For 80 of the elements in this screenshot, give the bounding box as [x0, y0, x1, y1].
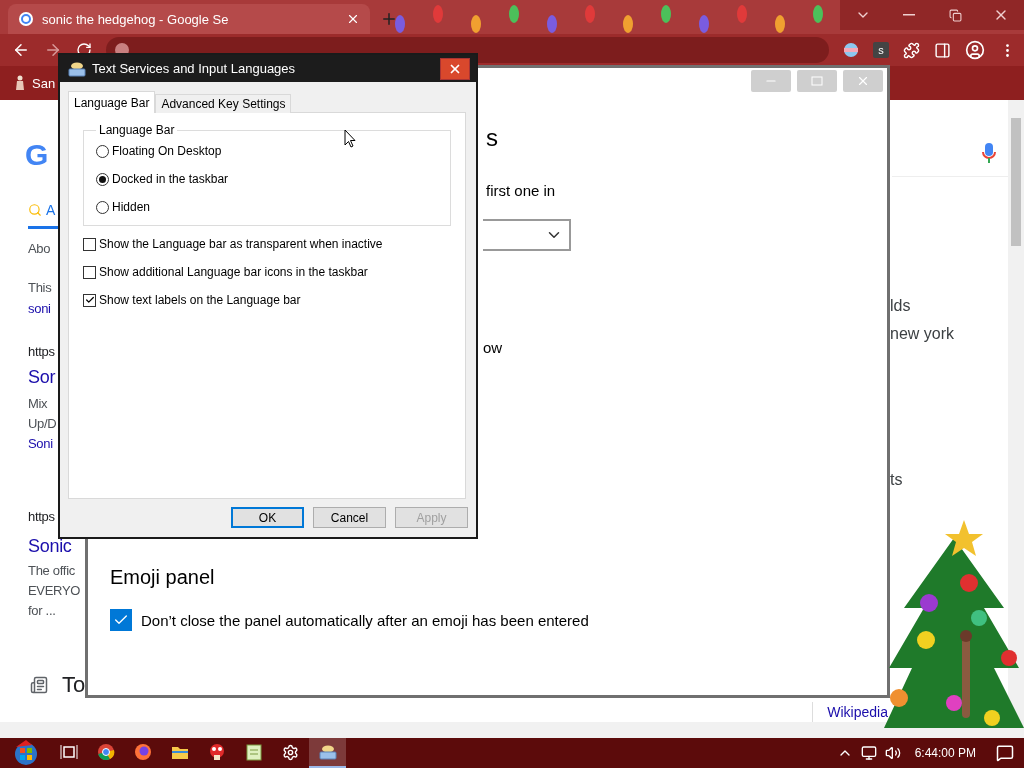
radio-label: Floating On Desktop [112, 144, 222, 158]
folder-icon [170, 744, 189, 760]
mushroom-icon [207, 743, 226, 761]
news-icon [30, 676, 48, 694]
scrollbar[interactable] [1008, 100, 1024, 722]
section-heading: Emoji panel [110, 566, 216, 589]
side-panel-icon[interactable] [934, 41, 951, 59]
dialog-title: Text Services and Input Languages [92, 61, 296, 76]
close-icon[interactable] [346, 12, 360, 26]
group-label: Language Bar [98, 123, 176, 137]
checkbox[interactable] [83, 265, 96, 279]
result-text: Mix [28, 396, 49, 411]
checkbox[interactable] [110, 609, 132, 631]
restore-icon [948, 8, 962, 22]
dialog-button[interactable]: Cancel [313, 507, 386, 528]
checkbox-label: Don’t close the panel automatically after an emoji has been entered [141, 611, 589, 629]
search-icon [28, 203, 42, 217]
notifications-icon[interactable] [996, 744, 1014, 762]
settings-icon [282, 743, 299, 761]
flag-icon[interactable] [843, 42, 859, 58]
figure-icon [14, 75, 26, 91]
setting-text: first one in [486, 182, 557, 199]
back-icon[interactable] [12, 41, 30, 59]
result-text: The offic [28, 563, 76, 578]
clock[interactable]: 6:44:00 PM [914, 746, 976, 760]
check-icon [84, 295, 95, 305]
tab[interactable]: Advanced Key Settings [155, 94, 292, 113]
checkbox[interactable] [83, 293, 96, 307]
result-text: Abo [28, 241, 52, 256]
extensions-icon[interactable] [903, 41, 920, 59]
cursor-icon [344, 129, 356, 148]
bookmark-link[interactable]: San [32, 75, 56, 91]
scrollbar[interactable] [0, 722, 1024, 738]
tab[interactable]: Language Bar [68, 91, 156, 113]
tab-title: sonic the hedgehog - Google Se [42, 11, 230, 27]
checkbox[interactable] [83, 237, 96, 251]
result-text: lds [889, 297, 912, 315]
volume-icon[interactable] [884, 745, 901, 761]
start-icon[interactable] [12, 739, 40, 767]
network-icon[interactable] [860, 745, 877, 761]
checkbox-label: Show additional Language bar icons in the taskbar [99, 265, 368, 279]
firefox-icon [133, 743, 152, 761]
result-text: for ... [28, 603, 57, 618]
google-logo: G [25, 138, 50, 172]
result-text: EVERYO [28, 583, 82, 598]
checkbox-label: Show the Language bar as transparent when inactive [99, 237, 383, 251]
close-icon [856, 74, 870, 88]
result-url: https [28, 509, 56, 524]
result-title[interactable]: Sonic [28, 536, 88, 557]
section-title: To [62, 672, 86, 698]
result-text: new york [889, 325, 956, 343]
result-text: ts [889, 471, 904, 489]
keyboard-icon [317, 744, 338, 760]
page-heading: s [486, 124, 499, 152]
maximize-icon [811, 76, 823, 86]
taskbar-app[interactable] [309, 738, 346, 768]
microphone-icon[interactable] [982, 142, 996, 164]
dropdown[interactable] [483, 219, 571, 251]
forward-icon[interactable] [44, 41, 62, 59]
close-button[interactable] [440, 57, 470, 80]
dialog-button[interactable]: OK [231, 507, 304, 528]
radio-button[interactable] [96, 200, 109, 214]
profile-icon[interactable] [965, 40, 985, 60]
keyboard-icon [68, 60, 86, 77]
radio-label: Docked in the taskbar [112, 172, 229, 186]
new-tab-icon[interactable] [380, 10, 398, 28]
notepad-icon [245, 743, 262, 761]
result-url: https [28, 344, 56, 359]
setting-text: ow [483, 339, 504, 356]
result-text: Up/D [28, 416, 58, 431]
checkbox-label: Show text labels on the Language bar [99, 293, 301, 307]
chrome-icon [96, 743, 115, 761]
radio-button[interactable] [96, 172, 109, 186]
extension-icon[interactable]: s [873, 42, 889, 58]
browser-tab[interactable]: sonic the hedgehog - Google Se [8, 4, 370, 34]
task-view-icon [59, 744, 78, 760]
minimize-icon [903, 14, 915, 16]
result-text: This [28, 280, 53, 295]
radio-button[interactable] [96, 144, 109, 158]
radio-label: Hidden [112, 200, 151, 214]
